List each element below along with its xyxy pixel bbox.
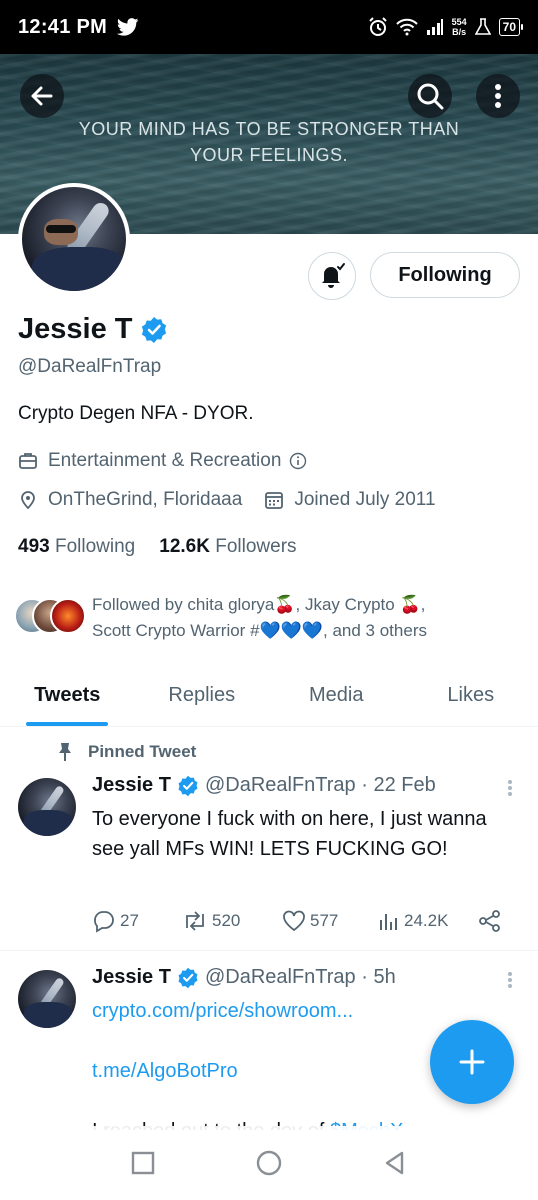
tweet-author-name[interactable]: Jessie T: [92, 774, 171, 797]
tweet-author-avatar[interactable]: [18, 970, 76, 1028]
tab-media[interactable]: Media: [269, 665, 404, 726]
tab-tweets[interactable]: Tweets: [0, 665, 135, 726]
like-count: 577: [310, 911, 339, 930]
profile-bio: Crypto Degen NFA - DYOR.: [18, 403, 254, 424]
more-vertical-icon: [508, 780, 512, 796]
status-bar: 12:41 PM 554 B/s 70: [0, 0, 538, 54]
tweet-more-button[interactable]: [500, 970, 520, 990]
bell-check-icon: [322, 263, 345, 288]
banner-quote: YOUR MIND HAS TO BE STRONGER THAN YOUR F…: [0, 116, 538, 168]
tweet-handle-time: @DaRealFnTrap · 5h: [204, 966, 396, 988]
follower-avatar: [50, 598, 86, 634]
tweet-header: Jessie T @DaRealFnTrap · 5h: [92, 966, 396, 989]
tab-likes[interactable]: Likes: [404, 665, 538, 726]
network-speed: 554 B/s: [452, 17, 467, 37]
followers-count-label: Followers: [215, 536, 297, 557]
profile-category: Entertainment & Recreation: [48, 450, 282, 471]
tweet-header: Jessie T @DaRealFnTrap · 22 Feb: [92, 774, 436, 797]
following-count-link[interactable]: 493 Following: [18, 536, 135, 558]
followers-count: 12.6K: [159, 536, 210, 557]
compose-tweet-button[interactable]: [430, 1020, 514, 1104]
pinned-tweet-label: Pinned Tweet: [88, 742, 197, 761]
following-count: 493: [18, 536, 50, 557]
more-vertical-icon: [508, 972, 512, 988]
more-options-button[interactable]: [476, 74, 520, 118]
back-button[interactable]: [20, 74, 64, 118]
profile-display-name: Jessie T: [18, 313, 133, 345]
notifications-bell-button[interactable]: [308, 252, 356, 300]
status-indicators: 554 B/s 70: [368, 17, 524, 37]
tweet-actions: 27 520 577 24.2K: [92, 906, 512, 936]
pin-icon: [59, 743, 71, 761]
status-time: 12:41 PM: [18, 15, 108, 38]
more-vertical-icon: [495, 84, 501, 108]
banner-quote-line2: YOUR FEELINGS.: [189, 145, 349, 165]
recent-apps-icon[interactable]: [130, 1150, 156, 1176]
followed-by-line2: Scott Crypto Warrior #💙💙💙, and 3 others: [92, 621, 427, 640]
system-nav-bar: [0, 1126, 538, 1200]
followed-by-section[interactable]: Followed by chita glorya🍒, Jkay Crypto 🍒…: [14, 592, 502, 644]
tweet-author-name[interactable]: Jessie T: [92, 966, 171, 989]
following-count-label: Following: [54, 536, 136, 557]
back-triangle-icon[interactable]: [382, 1150, 408, 1176]
share-icon: [479, 910, 500, 932]
tweet-text: To everyone I fuck with on here, I just …: [92, 808, 487, 860]
following-button[interactable]: Following: [370, 252, 520, 298]
profile-avatar[interactable]: [18, 183, 130, 295]
profile-counts: 493 Following 12.6K Followers: [18, 536, 297, 558]
verified-badge-icon: [178, 775, 198, 796]
battery-level: 70: [502, 20, 516, 34]
arrow-left-icon: [31, 86, 53, 106]
plus-icon: [459, 1049, 485, 1075]
view-count: 24.2K: [404, 911, 449, 930]
twitter-bird-icon: [117, 18, 139, 36]
profile-tabs: Tweets Replies Media Likes: [0, 665, 538, 727]
alarm-icon: [368, 17, 387, 36]
share-button[interactable]: [478, 909, 502, 933]
network-speed-unit: B/s: [452, 27, 467, 37]
views-bar-chart-icon: [380, 914, 397, 930]
profile-handle: @DaRealFnTrap: [18, 356, 162, 377]
home-icon[interactable]: [255, 1149, 283, 1177]
tweet-divider: [0, 950, 538, 951]
views-button[interactable]: 24.2K: [378, 910, 478, 932]
wifi-icon: [395, 18, 418, 36]
profile-location-joined-row: OnTheGrind, Floridaaa Joined July 2011: [18, 489, 436, 511]
battery-indicator: 70: [498, 18, 524, 36]
like-button[interactable]: 577: [282, 910, 378, 932]
heart-icon: [283, 910, 305, 932]
search-icon: [417, 83, 444, 110]
tweet-author-avatar[interactable]: [18, 778, 76, 836]
lab-flask-icon: [474, 18, 491, 35]
profile-location: OnTheGrind, Floridaaa: [48, 489, 243, 510]
calendar-icon: [265, 492, 284, 509]
banner-quote-line1: YOUR MIND HAS TO BE STRONGER THAN: [78, 119, 460, 139]
profile-name-row: Jessie T: [18, 313, 168, 346]
tweet-link[interactable]: crypto.com/price/showroom...: [92, 996, 512, 1026]
location-pin-icon: [21, 491, 35, 510]
verified-badge-icon: [142, 316, 167, 343]
profile-joined-date: Joined July 2011: [294, 489, 436, 510]
tweet-more-button[interactable]: [500, 778, 520, 798]
briefcase-icon: [19, 453, 37, 469]
retweet-count: 520: [212, 911, 241, 930]
followers-count-link[interactable]: 12.6K Followers: [159, 536, 296, 558]
tab-replies[interactable]: Replies: [135, 665, 270, 726]
followed-by-line1: Followed by chita glorya🍒, Jkay Crypto 🍒…: [92, 595, 426, 614]
followed-by-avatars: [14, 598, 88, 638]
retweet-icon: [186, 911, 204, 931]
reply-icon: [94, 911, 114, 933]
search-button[interactable]: [408, 74, 452, 118]
network-speed-value: 554: [451, 17, 467, 27]
reply-count: 27: [120, 911, 139, 930]
signal-icon: [426, 19, 443, 35]
retweet-button[interactable]: 520: [182, 910, 282, 932]
tweet-handle-time: @DaRealFnTrap · 22 Feb: [204, 774, 436, 796]
pinned-tweet-label-row: Pinned Tweet: [56, 742, 196, 762]
verified-badge-icon: [178, 967, 198, 988]
profile-category-row: Entertainment & Recreation: [18, 450, 307, 472]
followed-by-text: Followed by chita glorya🍒, Jkay Crypto 🍒…: [92, 592, 502, 644]
reply-button[interactable]: 27: [92, 909, 182, 933]
info-icon[interactable]: [289, 452, 307, 470]
